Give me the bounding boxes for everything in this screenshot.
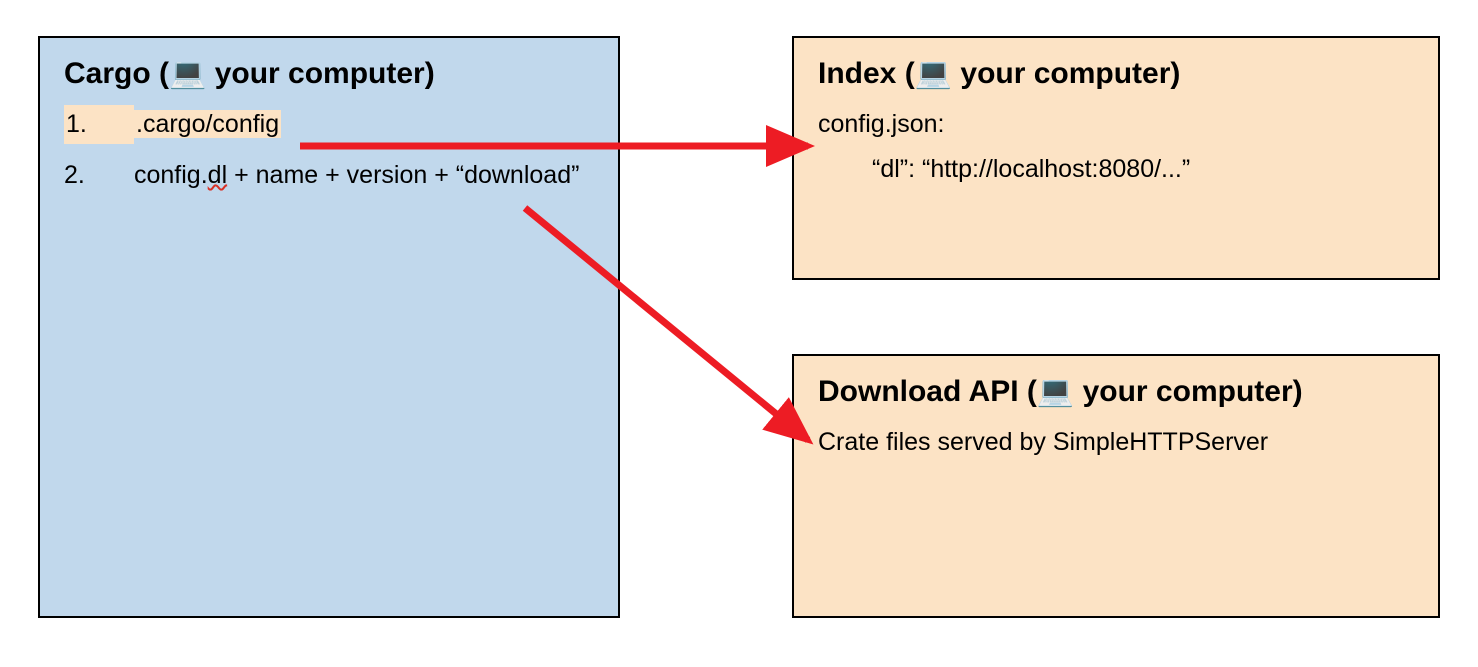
index-line-1: config.json:	[818, 105, 1414, 144]
item-number: 1.	[64, 105, 134, 144]
laptop-icon: 💻	[169, 57, 206, 90]
cargo-title-prefix: Cargo (	[64, 57, 169, 90]
item-text: .cargo/config	[134, 110, 281, 138]
list-item: 2. config.dl + name + version + “downloa…	[64, 156, 594, 195]
download-title-prefix: Download API (	[818, 375, 1037, 408]
laptop-icon: 💻	[915, 57, 952, 90]
item-number: 2.	[64, 156, 134, 195]
cargo-content: 1. .cargo/config 2. config.dl + name + v…	[64, 105, 594, 195]
cargo-title-suffix: your computer)	[206, 57, 434, 90]
item-text-suffix: + name + version + “download”	[227, 161, 579, 189]
item-text-squiggle: dl	[208, 161, 227, 189]
index-title: Index (💻 your computer)	[818, 56, 1414, 91]
cargo-box: Cargo (💻 your computer) 1. .cargo/config…	[38, 36, 620, 618]
cargo-list: 1. .cargo/config 2. config.dl + name + v…	[64, 105, 594, 195]
download-body: Crate files served by SimpleHTTPServer	[818, 423, 1414, 462]
list-item: 1. .cargo/config	[64, 105, 594, 144]
index-title-suffix: your computer)	[952, 57, 1180, 90]
download-title: Download API (💻 your computer)	[818, 374, 1414, 409]
laptop-icon: 💻	[1037, 375, 1074, 408]
download-content: Crate files served by SimpleHTTPServer	[818, 423, 1414, 462]
download-box: Download API (💻 your computer) Crate fil…	[792, 354, 1440, 618]
cargo-title: Cargo (💻 your computer)	[64, 56, 594, 91]
index-box: Index (💻 your computer) config.json: “dl…	[792, 36, 1440, 280]
index-content: config.json: “dl”: “http://localhost:808…	[818, 105, 1414, 189]
index-title-prefix: Index (	[818, 57, 915, 90]
item-body: config.dl + name + version + “download”	[134, 156, 594, 195]
index-line-2: “dl”: “http://localhost:8080/...”	[818, 150, 1414, 189]
item-body: .cargo/config	[134, 105, 594, 144]
download-title-suffix: your computer)	[1074, 375, 1302, 408]
item-text-prefix: config.	[134, 161, 208, 189]
